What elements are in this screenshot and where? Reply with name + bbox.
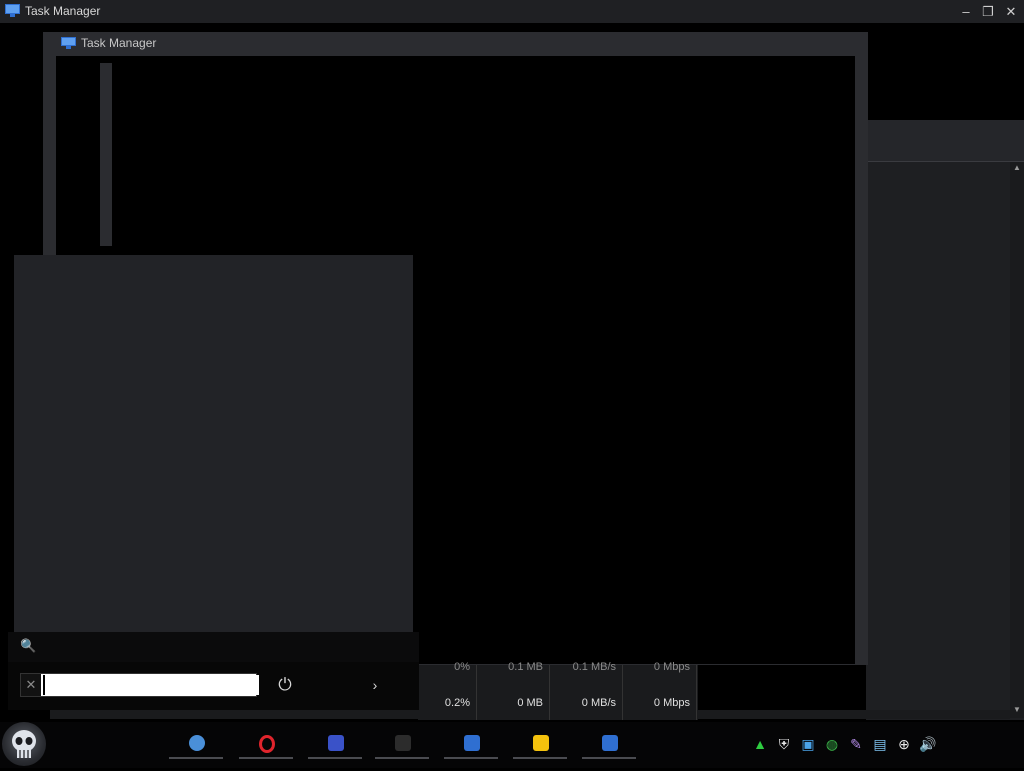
- magnifier-icon: 🔍: [20, 638, 37, 653]
- taskbar-app-settings[interactable]: [169, 728, 223, 760]
- inner-window-title: Task Manager: [81, 36, 157, 50]
- memory-stat-value: 0 MB: [517, 697, 543, 709]
- app-running-indicator: [169, 757, 223, 759]
- disk-stat-top: 0.1 MB/s: [572, 661, 616, 673]
- task-manager-icon: [464, 735, 480, 751]
- outer-window-title: Task Manager: [25, 4, 101, 18]
- vertical-scrollbar[interactable]: ▲ ▼: [1010, 162, 1024, 718]
- chevron-right-icon[interactable]: ›: [364, 674, 386, 696]
- power-icon[interactable]: ⏻: [274, 674, 296, 696]
- task-manager-2-icon: [602, 735, 618, 751]
- run-input[interactable]: [43, 675, 259, 695]
- network-icon[interactable]: ⊕: [895, 735, 913, 753]
- background-right-panel: [866, 120, 1024, 720]
- taskbar-app-task-manager-2[interactable]: [582, 728, 636, 760]
- app-running-indicator: [444, 757, 498, 759]
- feather-icon[interactable]: ✎: [847, 735, 865, 753]
- outer-window-titlebar: Task Manager – ❐ ✕: [0, 0, 1024, 23]
- globe-arrow-icon[interactable]: ◍: [823, 735, 841, 753]
- minimize-button[interactable]: –: [954, 0, 978, 23]
- skull-logo-icon: [12, 730, 36, 758]
- volume-icon[interactable]: 🔊: [919, 735, 937, 753]
- task-manager-app-icon: [5, 4, 20, 17]
- background-right-header: [866, 120, 1024, 162]
- start-menu-panel: [14, 255, 413, 632]
- taskbar-app-dark-app[interactable]: [375, 728, 429, 760]
- cpu-stat-cell: 0% 0.2%: [418, 661, 477, 720]
- app-running-indicator: [308, 757, 362, 759]
- display-icon[interactable]: ▣: [799, 735, 817, 753]
- memory-stat-top: 0.1 MB: [508, 661, 543, 673]
- inner-sidebar-scrollbar[interactable]: [100, 63, 112, 246]
- disk-stat-value: 0 MB/s: [581, 697, 616, 709]
- triangle-icon[interactable]: ▲: [751, 735, 769, 753]
- dark-app-icon: [395, 735, 411, 751]
- taskbar-app-store[interactable]: [513, 728, 567, 760]
- network-stat-cell: 0 Mbps 0 Mbps: [623, 661, 697, 720]
- app-running-indicator: [239, 757, 293, 759]
- clear-icon[interactable]: ✕: [21, 674, 41, 696]
- scroll-down-icon[interactable]: ▼: [1010, 704, 1024, 716]
- task-manager-app-icon: [61, 37, 76, 49]
- start-button[interactable]: [2, 722, 46, 766]
- app-running-indicator: [513, 757, 567, 759]
- cpu-stat-value: 0.2%: [444, 697, 470, 709]
- taskbar-app-task-manager[interactable]: [444, 728, 498, 760]
- taskbar-app-opera[interactable]: [239, 728, 293, 760]
- cpu-stat-top: 0%: [454, 661, 470, 673]
- memory-stat-cell: 0.1 MB 0 MB: [477, 661, 550, 720]
- app-running-indicator: [582, 757, 636, 759]
- app-running-indicator: [375, 757, 429, 759]
- start-menu-search-bar[interactable]: [8, 632, 419, 662]
- taskbar-app-media-app[interactable]: [308, 728, 362, 760]
- restore-button[interactable]: ❐: [976, 0, 1000, 23]
- opera-icon: [259, 735, 275, 753]
- inner-window-titlebar: Task Manager: [43, 32, 868, 55]
- scroll-up-icon[interactable]: ▲: [1010, 162, 1024, 174]
- inner-left-strip: [43, 56, 56, 238]
- shield-icon[interactable]: ⛨: [775, 735, 793, 753]
- network-stat-top: 0 Mbps: [653, 661, 690, 673]
- disk-stat-cell: 0.1 MB/s 0 MB/s: [550, 661, 623, 720]
- settings-icon: [189, 735, 205, 751]
- close-button[interactable]: ✕: [999, 0, 1023, 23]
- media-app-icon: [328, 735, 344, 751]
- network-stat-value: 0 Mbps: [653, 697, 690, 709]
- store-icon: [533, 735, 549, 751]
- monitor-icon[interactable]: ▤: [871, 735, 889, 753]
